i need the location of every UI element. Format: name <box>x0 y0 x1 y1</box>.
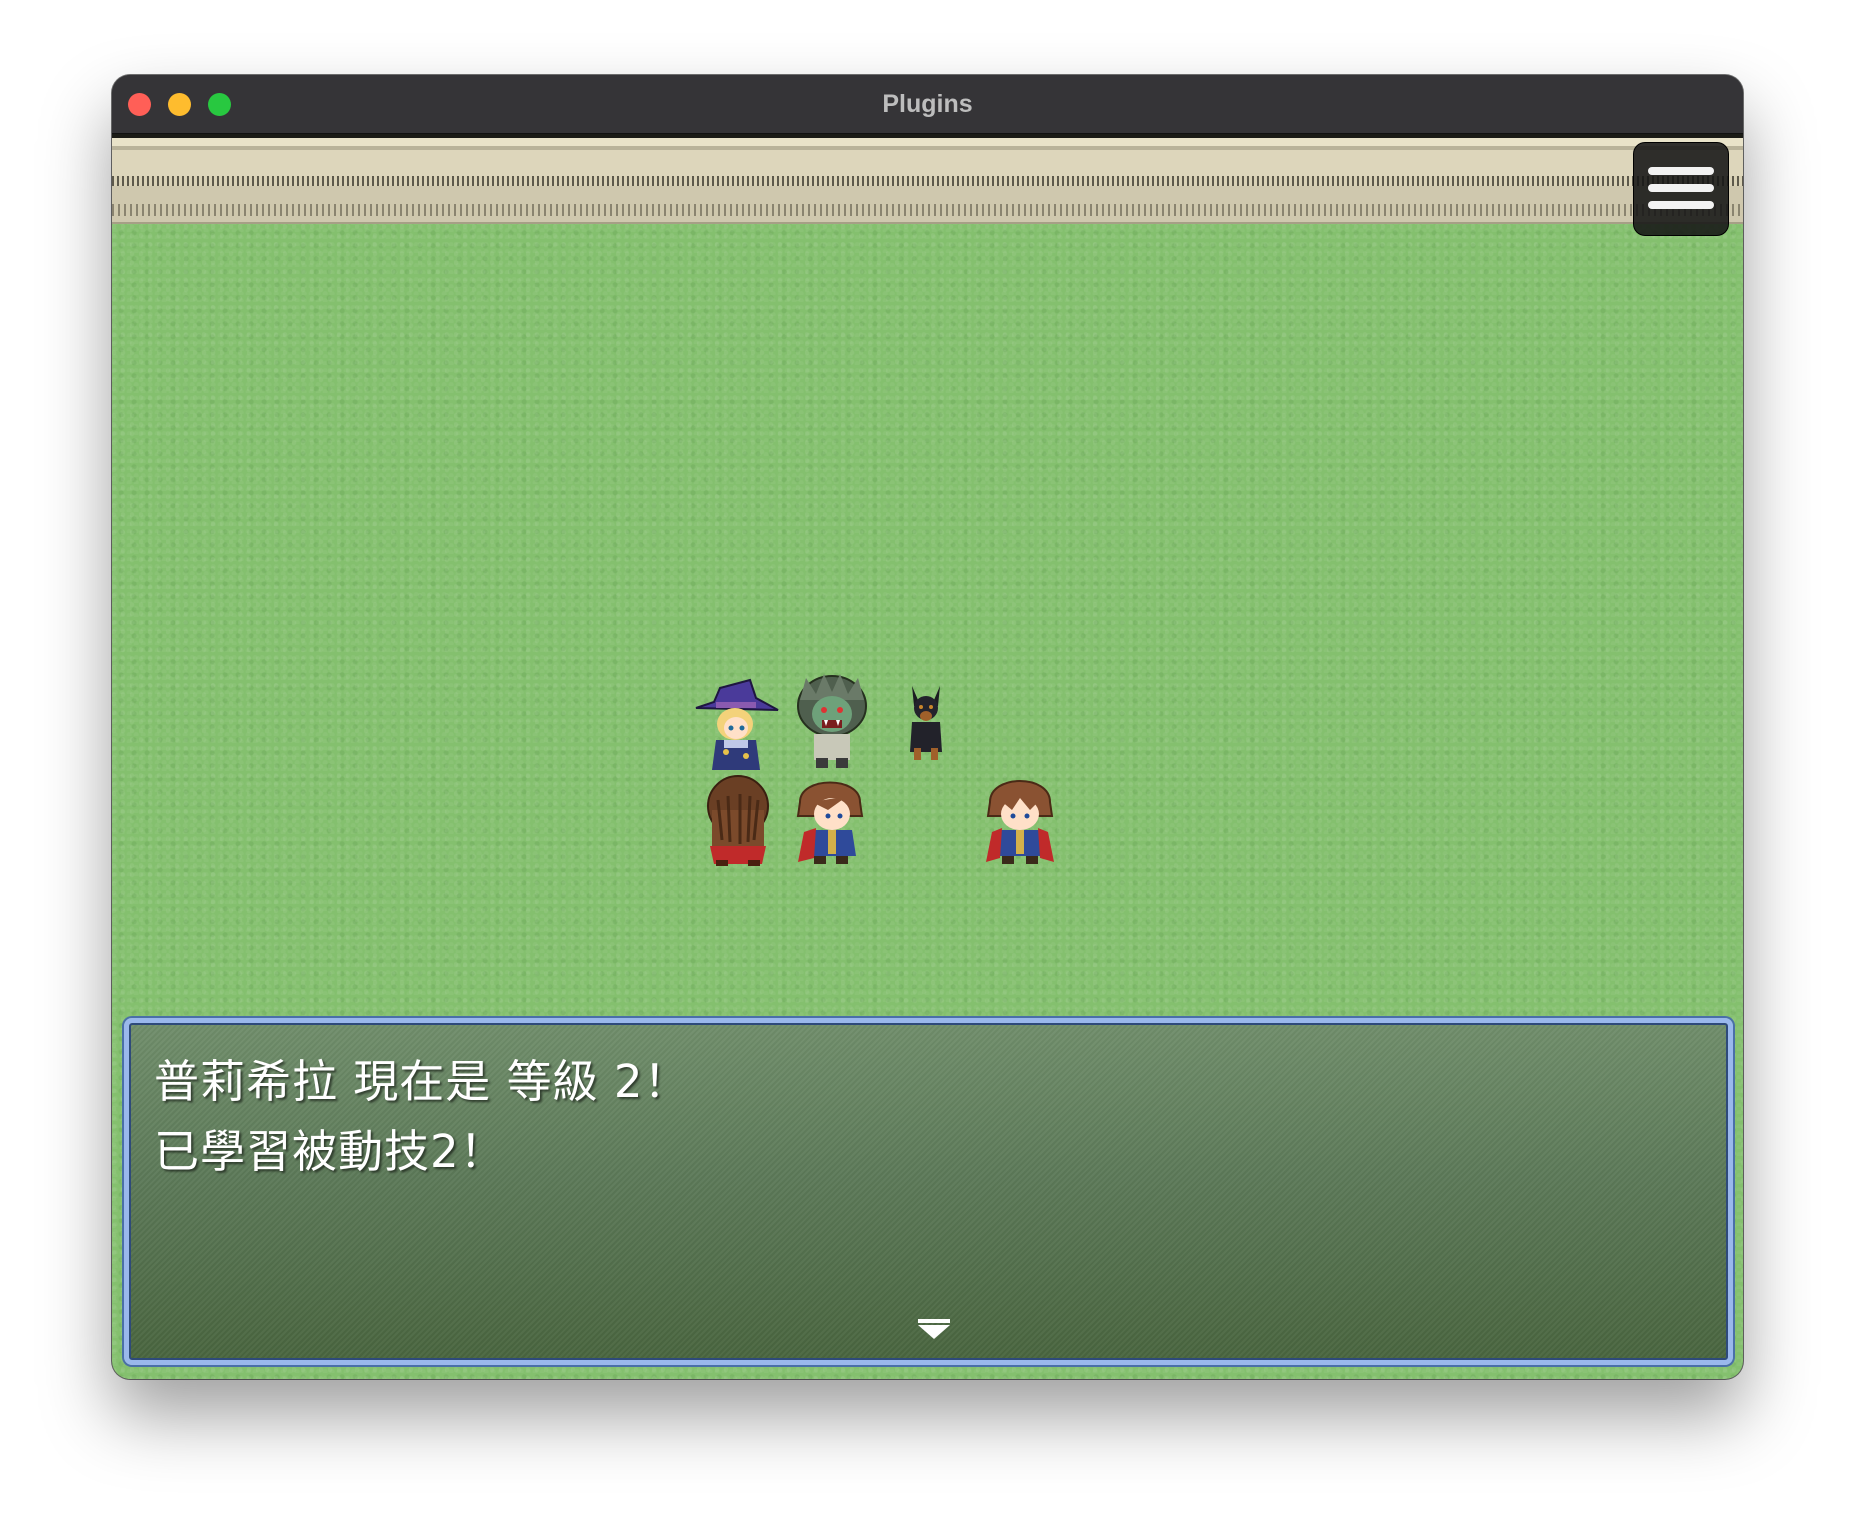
fence-wall <box>112 134 1743 224</box>
message-window[interactable]: 普莉希拉 現在是 等級 2！ 已學習被動技2！ <box>124 1018 1733 1365</box>
message-line-1: 普莉希拉 現在是 等級 2！ <box>154 1055 690 1108</box>
black-dog-sprite <box>910 686 942 760</box>
window-title: Plugins <box>882 90 973 118</box>
app-window: Plugins 普莉希拉 現在是 等級 2！ 已學習被動技2！ <box>112 75 1743 1379</box>
game-canvas[interactable]: 普莉希拉 現在是 等級 2！ 已學習被動技2！ <box>112 134 1743 1379</box>
message-line-2: 已學習被動技2！ <box>154 1125 506 1178</box>
title-bar: Plugins <box>112 75 1743 134</box>
green-beast-sprite <box>797 674 867 768</box>
menu-button[interactable] <box>1633 142 1729 236</box>
continue-arrow-icon[interactable] <box>918 1319 950 1339</box>
brown-hair-hero-sprite <box>796 781 864 864</box>
witch-sprite <box>695 678 779 770</box>
brown-hair-back-sprite <box>707 775 769 866</box>
brown-hair-hero-2-sprite <box>986 780 1054 864</box>
